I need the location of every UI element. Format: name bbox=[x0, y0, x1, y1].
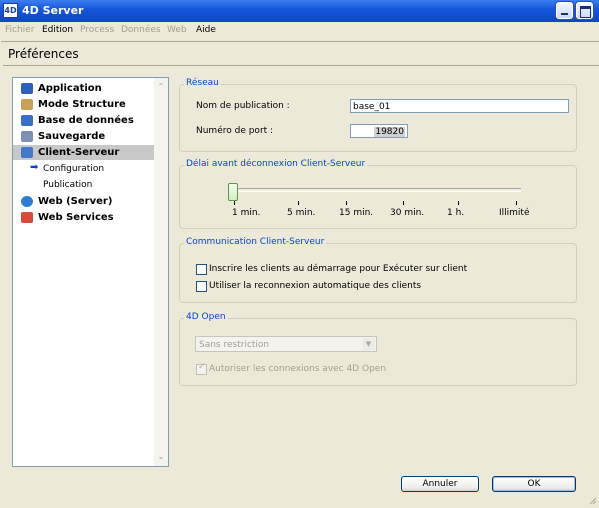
client-server-icon bbox=[21, 147, 33, 158]
auto-reconnect-checkbox[interactable] bbox=[196, 281, 207, 292]
tick-label: 15 min. bbox=[339, 208, 374, 218]
tick-mark bbox=[403, 201, 404, 205]
tick-label: 30 min. bbox=[390, 208, 425, 218]
sidebar-item-label: Mode Structure bbox=[38, 99, 126, 110]
ok-button[interactable]: OK bbox=[492, 476, 576, 492]
sidebar-item-client-serveur[interactable]: Client-Serveur bbox=[13, 145, 155, 160]
sidebar-item-label: Base de données bbox=[38, 115, 134, 126]
sidebar-item-publication[interactable]: Publication bbox=[43, 180, 92, 190]
tick-mark bbox=[298, 201, 299, 205]
tick-mark bbox=[516, 201, 517, 205]
web-services-icon bbox=[21, 212, 33, 223]
sidebar-item-label: Sauvegarde bbox=[38, 131, 106, 142]
backup-icon bbox=[21, 131, 33, 142]
sidebar-item-label: Application bbox=[38, 83, 102, 94]
preferences-tree: Application Mode Structure Base de donné… bbox=[12, 77, 169, 467]
globe-icon bbox=[21, 196, 33, 207]
menu-fichier[interactable]: Fichier bbox=[5, 25, 34, 35]
register-clients-label: Inscrire les clients au démarrage pour E… bbox=[209, 264, 468, 274]
tick-label: Illimité bbox=[499, 208, 530, 218]
tree-scrollbar[interactable]: ⌃ ⌄ bbox=[154, 78, 168, 466]
current-page-arrow-icon: ➡ bbox=[30, 162, 39, 173]
open4d-restriction-select[interactable]: Sans restriction ▼ bbox=[195, 336, 377, 352]
window-title: 4D Server bbox=[22, 4, 84, 17]
menu-edition[interactable]: Edition bbox=[42, 25, 73, 35]
sidebar-item-application[interactable]: Application bbox=[13, 81, 155, 96]
open4d-group: 4D Open bbox=[179, 312, 577, 386]
minimize-button[interactable] bbox=[556, 2, 573, 19]
network-legend: Réseau bbox=[184, 78, 221, 88]
port-number-label: Numéro de port : bbox=[196, 126, 274, 136]
scroll-down-icon[interactable]: ⌄ bbox=[155, 450, 167, 464]
sidebar-item-web-server[interactable]: Web (Server) bbox=[13, 194, 155, 209]
database-icon bbox=[21, 115, 33, 126]
open4d-select-value: Sans restriction bbox=[199, 340, 270, 350]
tick-mark bbox=[346, 201, 347, 205]
tick-mark bbox=[458, 201, 459, 205]
open4d-legend: 4D Open bbox=[184, 312, 228, 322]
sidebar-item-label: Web (Server) bbox=[38, 196, 113, 207]
sidebar-item-base-de-donnees[interactable]: Base de données bbox=[13, 113, 155, 128]
publication-name-field[interactable]: base_01 bbox=[350, 99, 569, 113]
tick-mark bbox=[234, 201, 235, 205]
app-4d-icon: 4D bbox=[3, 3, 18, 18]
timeout-group: Délai avant déconnexion Client-Serveur bbox=[179, 159, 577, 229]
timeout-slider-track[interactable] bbox=[234, 188, 521, 192]
title-divider bbox=[3, 65, 599, 66]
sidebar-item-label: Web Services bbox=[38, 212, 114, 223]
menu-aide[interactable]: Aide bbox=[196, 25, 216, 35]
port-number-field[interactable]: 19820 bbox=[350, 124, 408, 138]
menu-web[interactable]: Web bbox=[167, 25, 187, 35]
sidebar-item-configuration[interactable]: Configuration bbox=[43, 164, 104, 174]
cancel-button[interactable]: Annuler bbox=[401, 476, 479, 492]
structure-icon bbox=[21, 99, 33, 110]
sidebar-item-mode-structure[interactable]: Mode Structure bbox=[13, 97, 155, 112]
open4d-allow-label: Autoriser les connexions avec 4D Open bbox=[209, 364, 387, 374]
publication-name-label: Nom de publication : bbox=[196, 101, 290, 111]
resize-grip-icon[interactable] bbox=[588, 496, 597, 505]
dialog-title: Préférences bbox=[8, 47, 79, 61]
chevron-down-icon: ▼ bbox=[362, 338, 375, 350]
maximize-button[interactable] bbox=[576, 2, 593, 19]
menu-bar: Fichier Edition Process Données Web Aide bbox=[0, 22, 599, 40]
tick-label: 1 h. bbox=[447, 208, 465, 218]
port-number-value: 19820 bbox=[374, 127, 405, 137]
sidebar-item-label: Client-Serveur bbox=[38, 147, 120, 158]
sidebar-item-web-services[interactable]: Web Services bbox=[13, 210, 155, 225]
tick-label: 5 min. bbox=[287, 208, 316, 218]
tick-label: 1 min. bbox=[232, 208, 261, 218]
open4d-allow-checkbox[interactable] bbox=[196, 362, 207, 375]
communication-legend: Communication Client-Serveur bbox=[184, 237, 327, 247]
title-bar[interactable]: 4D 4D Server bbox=[0, 0, 599, 22]
menu-donnees[interactable]: Données bbox=[121, 25, 161, 35]
timeout-slider-thumb[interactable] bbox=[228, 183, 238, 201]
menu-process[interactable]: Process bbox=[80, 25, 114, 35]
application-icon bbox=[21, 83, 33, 94]
network-group: Réseau bbox=[179, 78, 577, 152]
register-clients-checkbox[interactable] bbox=[196, 264, 207, 275]
timeout-legend: Délai avant déconnexion Client-Serveur bbox=[184, 159, 368, 169]
sidebar-item-sauvegarde[interactable]: Sauvegarde bbox=[13, 129, 155, 144]
scroll-up-icon[interactable]: ⌃ bbox=[155, 80, 167, 94]
auto-reconnect-label: Utiliser la reconnexion automatique des … bbox=[209, 281, 422, 291]
